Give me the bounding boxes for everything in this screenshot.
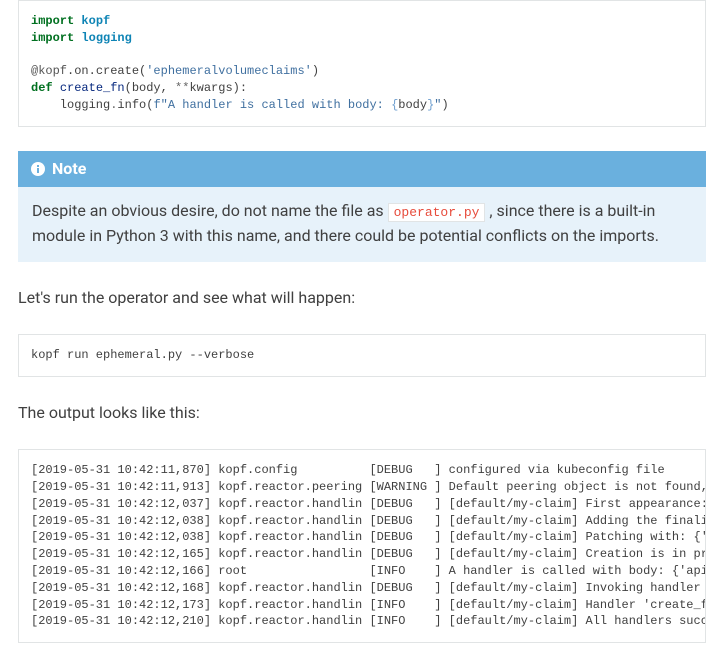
note-inline-code: operator.py [388,203,486,222]
sig-open: (body, [125,81,175,95]
kw-import-1: import [31,14,74,28]
kwargs-name: kwargs): [189,81,247,95]
python-code-block: import kopf import logging @kopf.on.crea… [18,0,706,127]
note-text-before: Despite an obvious desire, do not name t… [32,201,388,220]
mod-kopf: kopf [81,14,110,28]
para-run-operator: Let's run the operator and see what will… [18,286,706,310]
decorator-at: @kopf [31,64,67,78]
kw-import-2: import [31,31,74,45]
decorator-chain: .on.create( [67,64,146,78]
para-output: The output looks like this: [18,401,706,425]
body-info: info( [117,98,153,112]
mod-logging: logging [81,31,131,45]
shell-code-block: kopf run ephemeral.py --verbose [18,334,706,377]
doc-content: import kopf import logging @kopf.on.crea… [0,0,724,661]
log-output-block: [2019-05-31 10:42:11,870] kopf.config [D… [18,449,706,643]
note-title-text: Note [52,157,86,181]
call-close: ) [442,98,449,112]
fstring-text: f"A handler is called with body: [153,98,391,112]
body-logging: logging [31,98,110,112]
decorator-arg: 'ephemeralvolumeclaims' [146,64,312,78]
note-admonition: Note Despite an obvious desire, do not n… [18,151,706,263]
note-title-bar: Note [18,151,706,187]
kw-def: def [31,81,53,95]
fstring-close: " [434,98,441,112]
decorator-close: ) [312,64,319,78]
func-name: create_fn [60,81,125,95]
kwargs-stars: ** [175,81,189,95]
note-body: Despite an obvious desire, do not name t… [18,187,706,263]
interp-var: body [398,98,427,112]
info-icon [30,161,46,177]
